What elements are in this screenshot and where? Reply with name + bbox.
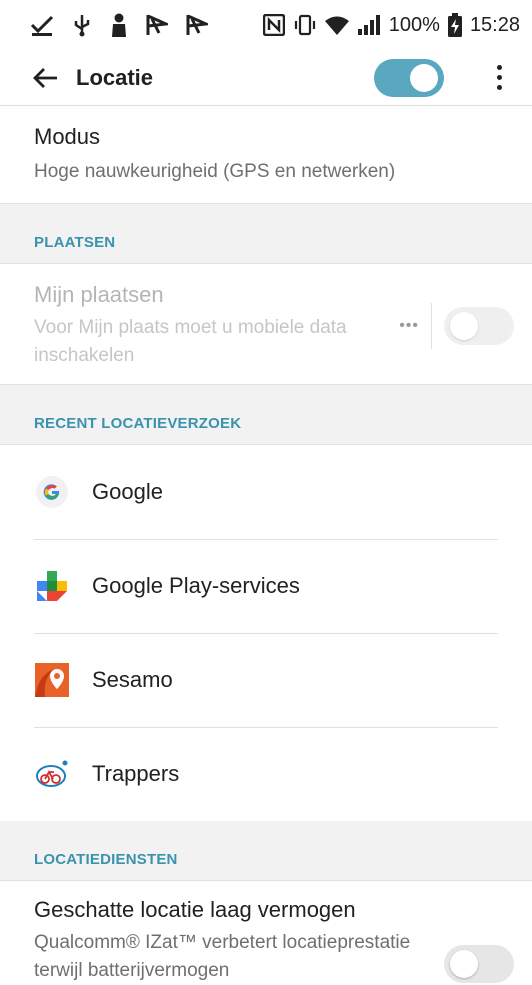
nfc-icon xyxy=(262,14,285,36)
mode-subtitle: Hoge nauwkeurigheid (GPS en netwerken) xyxy=(34,161,396,182)
toggle-knob xyxy=(410,63,438,92)
section-header-places: PLAATSEN xyxy=(0,204,532,264)
toolbar: Locatie xyxy=(0,50,532,106)
play-services-icon xyxy=(34,568,70,604)
list-item-google[interactable]: Google xyxy=(0,445,532,539)
vibrate-icon xyxy=(294,14,315,36)
app-name: Sesamo xyxy=(92,667,173,692)
sesamo-icon xyxy=(34,662,70,698)
person-icon xyxy=(112,13,126,37)
low-power-subtitle: Qualcomm® IZat™ verbetert locatieprestat… xyxy=(34,932,411,981)
flag-icon xyxy=(146,14,168,35)
low-power-location-setting[interactable]: Geschatte locatie laag vermogen Qualcomm… xyxy=(0,881,532,985)
google-icon xyxy=(34,474,70,510)
recent-app-list: Google Google Play-services Sesamo Trapp… xyxy=(0,445,532,821)
notification-icons xyxy=(30,13,208,37)
list-item-google-play-services[interactable]: Google Play-services xyxy=(0,539,532,633)
trappers-icon xyxy=(34,756,70,792)
flag-icon-2 xyxy=(186,14,208,35)
app-name: Trappers xyxy=(92,761,180,786)
page-title: Locatie xyxy=(76,64,154,90)
toggle-knob xyxy=(450,950,478,978)
low-power-title: Geschatte locatie laag vermogen xyxy=(34,897,356,922)
back-button[interactable] xyxy=(30,63,60,93)
battery-charging-icon xyxy=(447,13,462,37)
battery-percent: 100% xyxy=(388,13,440,36)
low-power-toggle[interactable] xyxy=(444,945,514,983)
more-horiz-icon[interactable]: ••• xyxy=(399,317,419,335)
status-bar: 100% 15:28 xyxy=(0,0,532,50)
my-places-subtitle: Voor Mijn plaats moet u mobiele data ins… xyxy=(34,317,347,366)
list-item-sesamo[interactable]: Sesamo xyxy=(0,633,532,727)
app-name: Google xyxy=(92,479,163,504)
toggle-knob xyxy=(450,312,478,340)
more-options-button[interactable] xyxy=(484,65,514,90)
mode-setting[interactable]: Modus Hoge nauwkeurigheid (GPS en netwer… xyxy=(0,106,532,204)
my-places-toggle[interactable] xyxy=(444,307,514,345)
download-done-icon xyxy=(30,15,54,36)
wifi-icon xyxy=(324,16,349,35)
section-header-services: LOCATIEDIENSTEN xyxy=(0,821,532,881)
system-icons: 100% 15:28 xyxy=(262,13,520,37)
usb-icon xyxy=(74,15,90,37)
divider xyxy=(431,303,432,349)
my-places-title: Mijn plaatsen xyxy=(34,282,164,307)
list-item-trappers[interactable]: Trappers xyxy=(0,727,532,821)
my-places-setting[interactable]: Mijn plaatsen Voor Mijn plaats moet u mo… xyxy=(0,264,532,385)
location-master-toggle[interactable] xyxy=(374,58,444,97)
app-name: Google Play-services xyxy=(92,573,300,598)
section-header-recent: RECENT LOCATIEVERZOEK xyxy=(0,385,532,445)
mode-title: Modus xyxy=(34,124,101,149)
signal-icon xyxy=(357,15,380,35)
clock: 15:28 xyxy=(469,13,520,36)
arrow-back-icon xyxy=(33,67,57,88)
